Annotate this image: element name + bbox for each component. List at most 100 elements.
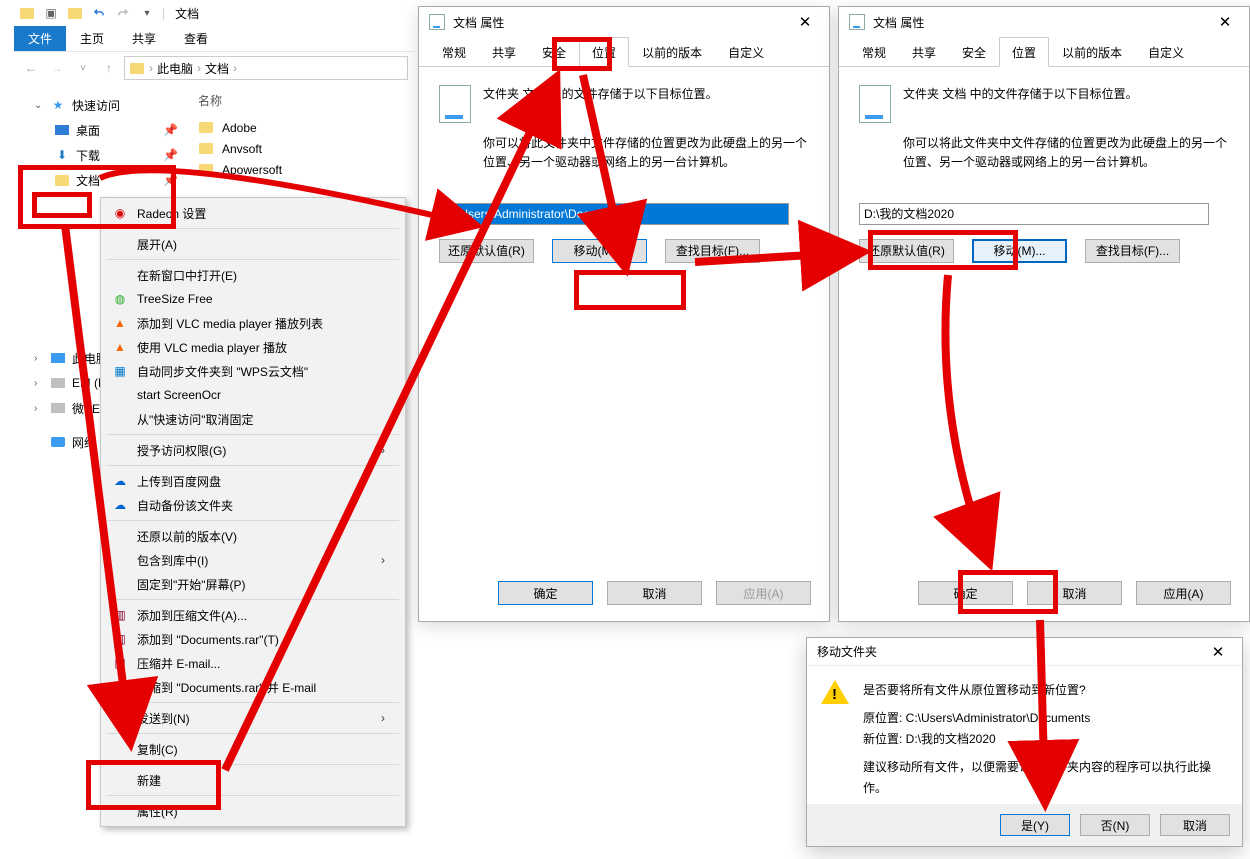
context-menu: ◉Radeon 设置 展开(A) 在新窗口中打开(E) ◍TreeSize Fr… <box>100 197 406 827</box>
tab-previous[interactable]: 以前的版本 <box>1049 37 1135 67</box>
ctx-rar-email[interactable]: ▥压缩并 E-mail... <box>103 651 403 675</box>
close-button[interactable]: ✕ <box>1198 639 1238 665</box>
ctx-unpin-quick[interactable]: 从"快速访问"取消固定 <box>103 407 403 431</box>
no-button[interactable]: 否(N) <box>1080 814 1150 836</box>
ctx-rar-add-name[interactable]: ▥添加到 "Documents.rar"(T) <box>103 627 403 651</box>
nav-desktop[interactable]: 桌面 📌 <box>20 119 186 141</box>
properties-tabs: 常规 共享 安全 位置 以前的版本 自定义 <box>419 37 829 67</box>
undo-icon[interactable] <box>90 4 108 22</box>
cancel-button[interactable]: 取消 <box>1160 814 1230 836</box>
close-button[interactable]: ✕ <box>1205 9 1245 35</box>
msg-old-location: 原位置: C:\Users\Administrator\Documents <box>863 708 1226 728</box>
chevron-right-icon: › <box>34 403 44 414</box>
winrar-icon: ▥ <box>111 678 129 696</box>
ctx-treesize[interactable]: ◍TreeSize Free <box>103 287 403 311</box>
tab-previous[interactable]: 以前的版本 <box>629 37 715 67</box>
close-button[interactable]: ✕ <box>785 9 825 35</box>
dialog-footer: 是(Y) 否(N) 取消 <box>807 804 1242 846</box>
ctx-new[interactable]: 新建 <box>103 768 403 792</box>
dialog-title: 移动文件夹 <box>817 643 877 660</box>
restore-default-button[interactable]: 还原默认值(R) <box>439 239 534 263</box>
find-target-button[interactable]: 查找目标(F)... <box>1085 239 1180 263</box>
forward-button[interactable]: → <box>46 57 68 79</box>
ctx-send-to[interactable]: 发送到(N)› <box>103 706 403 730</box>
ctx-pin-start[interactable]: 固定到"开始"屏幕(P) <box>103 572 403 596</box>
file-name: Apowersoft <box>222 163 282 177</box>
properties-body: 文件夹 文档 中的文件存储于以下目标位置。 你可以将此文件夹中文件存储的位置更改… <box>419 67 829 281</box>
ok-button[interactable]: 确定 <box>498 581 593 605</box>
address-bar[interactable]: › 此电脑 › 文档 › <box>124 56 408 80</box>
location-path-input[interactable]: C:\Users\Administrator\Documents <box>439 203 789 225</box>
tab-general[interactable]: 常规 <box>849 37 899 67</box>
tab-share[interactable]: 共享 <box>118 26 170 51</box>
ctx-properties[interactable]: 属性(R) <box>103 799 403 823</box>
tab-custom[interactable]: 自定义 <box>715 37 777 67</box>
list-item[interactable]: Adobe <box>186 117 414 138</box>
tab-general[interactable]: 常规 <box>429 37 479 67</box>
ctx-open-new[interactable]: 在新窗口中打开(E) <box>103 263 403 287</box>
tab-custom[interactable]: 自定义 <box>1135 37 1197 67</box>
ctx-baidu-upload[interactable]: ☁上传到百度网盘 <box>103 469 403 493</box>
properties-tabs: 常规 共享 安全 位置 以前的版本 自定义 <box>839 37 1249 67</box>
ctx-copy[interactable]: 复制(C) <box>103 737 403 761</box>
recent-dropdown[interactable]: ˅ <box>72 57 94 79</box>
list-item[interactable]: Apowersoft <box>186 159 414 180</box>
ctx-screenocr[interactable]: start ScreenOcr <box>103 383 403 407</box>
desktop-icon <box>54 122 70 138</box>
ctx-expand[interactable]: 展开(A) <box>103 232 403 256</box>
tab-location[interactable]: 位置 <box>999 37 1049 67</box>
qat-properties-icon[interactable]: ▣ <box>42 4 60 22</box>
ctx-vlc-add[interactable]: ▲添加到 VLC media player 播放列表 <box>103 311 403 335</box>
ctx-vlc-play[interactable]: ▲使用 VLC media player 播放 <box>103 335 403 359</box>
tab-file[interactable]: 文件 <box>14 26 66 51</box>
cancel-button[interactable]: 取消 <box>607 581 702 605</box>
crumb-pc[interactable]: 此电脑 <box>157 60 193 77</box>
redo-icon[interactable] <box>114 4 132 22</box>
location-path-input[interactable]: D:\我的文档2020 <box>859 203 1209 225</box>
nav-documents[interactable]: 文档 📌 <box>20 169 186 191</box>
ctx-wps-sync[interactable]: ▦自动同步文件夹到 "WPS云文档" <box>103 359 403 383</box>
ctx-include-lib[interactable]: 包含到库中(I)› <box>103 548 403 572</box>
tab-view[interactable]: 查看 <box>170 26 222 51</box>
pin-icon: 📌 <box>163 123 178 137</box>
desc-line: 位置、另一个驱动器或网络上的另一台计算机。 <box>483 153 807 172</box>
tab-security[interactable]: 安全 <box>949 37 999 67</box>
back-button[interactable]: ← <box>20 57 42 79</box>
move-button[interactable]: 移动(M)... <box>552 239 647 263</box>
tab-location[interactable]: 位置 <box>579 37 629 67</box>
ctx-rar-email-name[interactable]: ▥压缩到 "Documents.rar" 并 E-mail <box>103 675 403 699</box>
ctx-restore-prev[interactable]: 还原以前的版本(V) <box>103 524 403 548</box>
apply-button[interactable]: 应用(A) <box>1136 581 1231 605</box>
tab-home[interactable]: 主页 <box>66 26 118 51</box>
ctx-rar-add[interactable]: ▥添加到压缩文件(A)... <box>103 603 403 627</box>
ctx-grant-access[interactable]: 授予访问权限(G)› <box>103 438 403 462</box>
vlc-icon: ▲ <box>111 314 129 332</box>
move-button[interactable]: 移动(M)... <box>972 239 1067 263</box>
tab-share[interactable]: 共享 <box>479 37 529 67</box>
nav-quick-access[interactable]: ⌄ ★ 快速访问 <box>20 94 186 116</box>
ok-button[interactable]: 确定 <box>918 581 1013 605</box>
yes-button[interactable]: 是(Y) <box>1000 814 1070 836</box>
list-item[interactable]: Anvsoft <box>186 138 414 159</box>
msg-advice: 建议移动所有文件，以便需要访问文件夹内容的程序可以执行此操作。 <box>863 757 1226 798</box>
ctx-auto-backup[interactable]: ☁自动备份该文件夹 <box>103 493 403 517</box>
qat-dropdown-icon[interactable]: ▾ <box>138 4 156 22</box>
column-header-name[interactable]: 名称 <box>186 90 414 117</box>
cancel-button[interactable]: 取消 <box>1027 581 1122 605</box>
msg-new-location: 新位置: D:\我的文档2020 <box>863 729 1226 749</box>
find-target-button[interactable]: 查找目标(F)... <box>665 239 760 263</box>
tab-share[interactable]: 共享 <box>899 37 949 67</box>
nav-downloads[interactable]: ⬇ 下载 📌 <box>20 144 186 166</box>
apply-button[interactable]: 应用(A) <box>716 581 811 605</box>
ctx-radeon[interactable]: ◉Radeon 设置 <box>103 201 403 225</box>
qat-new-folder-icon[interactable] <box>66 4 84 22</box>
tab-security[interactable]: 安全 <box>529 37 579 67</box>
crumb-documents[interactable]: 文档 <box>205 60 229 77</box>
winrar-icon: ▥ <box>111 606 129 624</box>
up-button[interactable]: ↑ <box>98 57 120 79</box>
explorer-titlebar: ▣ ▾ | 文档 <box>14 0 414 26</box>
desc-line: 你可以将此文件夹中文件存储的位置更改为此硬盘上的另一个 <box>483 134 807 153</box>
restore-default-button[interactable]: 还原默认值(R) <box>859 239 954 263</box>
treesize-icon: ◍ <box>111 290 129 308</box>
file-name: Adobe <box>222 121 257 135</box>
